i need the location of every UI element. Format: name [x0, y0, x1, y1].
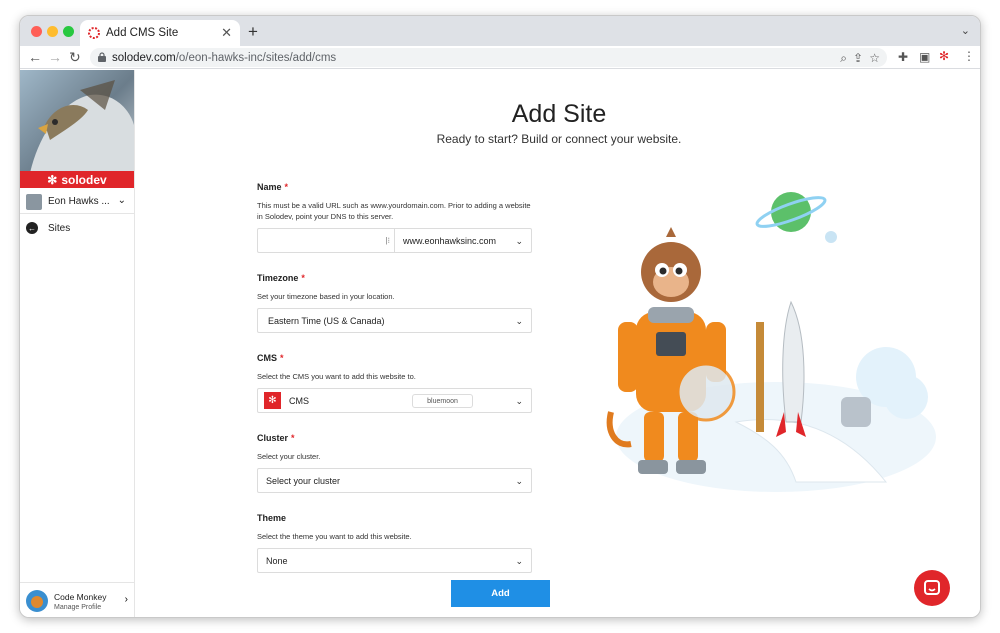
tab-search-chevron-icon[interactable]: ⌄: [961, 24, 970, 37]
minimize-window-button[interactable]: [47, 26, 58, 37]
add-site-form: Name * This must be a valid URL such as w…: [257, 182, 532, 573]
page-title: Add Site: [511, 100, 607, 128]
brand-name: solodev: [61, 172, 107, 187]
chevron-down-icon: ⌄: [515, 396, 523, 406]
url-input[interactable]: solodev.com/o/eon-hawks-inc/sites/add/cm…: [90, 48, 887, 67]
url-domain: solodev.com: [112, 51, 176, 64]
cluster-select[interactable]: Select your cluster ⌄: [257, 468, 532, 493]
domain-select[interactable]: www.eonhawksinc.com ⌄: [394, 228, 532, 253]
back-circle-icon: ←: [26, 222, 38, 234]
org-avatar: [26, 193, 42, 210]
chat-icon: [924, 580, 940, 595]
name-label: Name *: [257, 182, 289, 192]
chevron-down-icon: ⌄: [515, 316, 523, 326]
cluster-value: Select your cluster: [266, 475, 341, 486]
chevron-right-icon: ›: [124, 594, 128, 605]
tab-close-icon[interactable]: ✕: [221, 25, 232, 41]
cms-help-text: Select the CMS you want to add this webs…: [257, 372, 416, 381]
main-content: Add Site Ready to start? Build or connec…: [136, 70, 980, 617]
sidebar-item-sites[interactable]: ← Sites: [26, 222, 70, 234]
zoom-icon[interactable]: ⌕: [840, 51, 847, 66]
solodev-cms-icon: ✻: [264, 392, 281, 409]
name-input[interactable]: |⁝: [257, 228, 394, 253]
chevron-down-icon: ⌄: [117, 195, 126, 206]
maximize-window-button[interactable]: [63, 26, 74, 37]
solodev-logo[interactable]: ✻ solodev: [20, 171, 134, 188]
tab-title: Add CMS Site: [106, 27, 179, 39]
theme-label: Theme: [257, 513, 287, 523]
url-path: /o/eon-hawks-inc/sites/add/cms: [175, 51, 337, 64]
cms-value: CMS: [289, 395, 309, 406]
astronaut-monkey-illustration: [606, 192, 936, 492]
chevron-down-icon: ⌄: [515, 476, 523, 486]
lock-icon: [98, 52, 106, 62]
page-subtitle: Ready to start? Build or connect your we…: [436, 132, 682, 146]
share-icon[interactable]: ⇪: [853, 51, 863, 65]
text-cursor-icon: |⁝: [385, 236, 390, 245]
extensions-puzzle-icon[interactable]: ✚: [898, 50, 908, 64]
cms-label: CMS *: [257, 353, 284, 363]
eagle-hero-image: [20, 70, 134, 173]
sidebar-item-label: Sites: [48, 222, 71, 234]
browser-menu-icon[interactable]: ⋮: [963, 49, 975, 63]
name-help-text: This must be a valid URL such as www.you…: [257, 201, 531, 221]
cluster-label: Cluster *: [257, 433, 295, 443]
org-name: Eon Hawks ...: [48, 196, 110, 207]
cms-badge: bluemoon: [412, 394, 473, 408]
profile-menu[interactable]: Code Monkey Manage Profile ›: [20, 582, 134, 617]
solodev-extension-icon[interactable]: ✻: [939, 49, 949, 63]
manage-profile-link[interactable]: Manage Profile: [54, 604, 106, 611]
profile-name: Code Monkey: [54, 591, 107, 602]
chevron-down-icon: ⌄: [515, 236, 523, 246]
reload-icon[interactable]: ↻: [69, 49, 81, 66]
chat-launcher-button[interactable]: [914, 570, 950, 606]
tab-add-cms-site[interactable]: Add CMS Site ✕: [80, 20, 240, 46]
timezone-label: Timezone *: [257, 273, 305, 283]
theme-help-text: Select the theme you want to add this we…: [257, 532, 412, 541]
close-window-button[interactable]: [31, 26, 42, 37]
domain-value: www.eonhawksinc.com: [403, 235, 497, 246]
theme-value: None: [266, 555, 288, 566]
avatar: [26, 590, 48, 612]
solodev-favicon-icon: [88, 27, 100, 39]
back-arrow-icon[interactable]: ←: [28, 49, 42, 65]
browser-window: Add CMS Site ✕ + ⌄ ← → ↻ solodev.com/o/e…: [19, 15, 981, 618]
new-tab-button[interactable]: +: [248, 22, 258, 42]
solodev-logo-icon: ✻: [47, 172, 58, 187]
timezone-value: Eastern Time (US & Canada): [268, 315, 385, 326]
timezone-help-text: Set your timezone based in your location…: [257, 292, 395, 301]
address-bar: ← → ↻ solodev.com/o/eon-hawks-inc/sites/…: [20, 46, 980, 69]
theme-select[interactable]: None ⌄: [257, 548, 532, 573]
name-row: |⁝ www.eonhawksinc.com ⌄: [257, 228, 532, 253]
chevron-down-icon: ⌄: [515, 556, 523, 566]
timezone-select[interactable]: Eastern Time (US & Canada) ⌄: [257, 308, 532, 333]
add-button[interactable]: Add: [451, 580, 550, 607]
tab-bar: Add CMS Site ✕ + ⌄: [20, 16, 980, 46]
side-panel-icon[interactable]: ▣: [919, 50, 930, 64]
forward-arrow-icon[interactable]: →: [48, 49, 62, 65]
sidebar: ✻ solodev Eon Hawks ... ⌄ ← Sites Code Mo…: [20, 70, 135, 617]
cluster-help-text: Select your cluster.: [257, 452, 321, 461]
bookmark-star-icon[interactable]: ☆: [869, 51, 880, 65]
cms-select[interactable]: ✻ CMS bluemoon ⌄: [257, 388, 532, 413]
org-selector[interactable]: Eon Hawks ... ⌄: [20, 190, 134, 214]
